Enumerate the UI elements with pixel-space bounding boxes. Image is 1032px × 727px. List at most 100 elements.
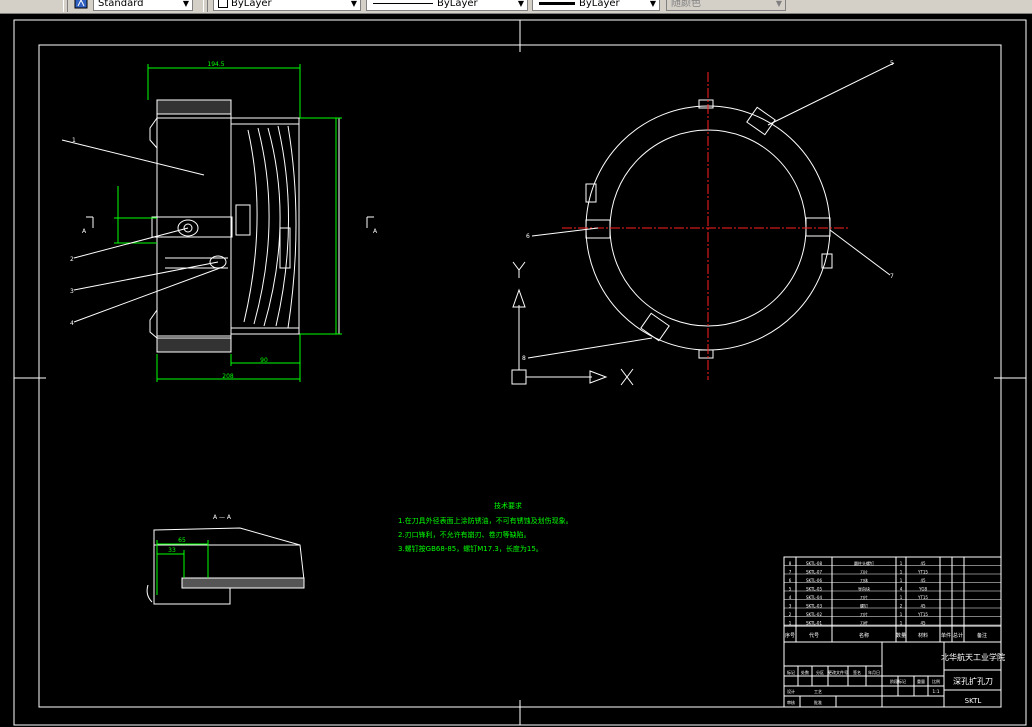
toolbar-grip[interactable] (203, 0, 208, 12)
parts-cell: 45 (920, 604, 926, 609)
sign-label: 工艺 (814, 689, 822, 694)
dimension-top: 194.5 (207, 61, 224, 68)
properties-toolbar: Standard ▼ ByLayer ▼ ByLayer ▼ ByLayer ▼… (0, 0, 1032, 14)
section-view-label: A — A (213, 514, 232, 521)
lineweight-preview (539, 2, 575, 5)
parts-cell: SKTL-03 (806, 604, 822, 609)
sign-label: 签名 (853, 669, 861, 675)
parts-cell: 7 (789, 570, 792, 575)
chevron-down-icon: ▼ (182, 0, 189, 8)
parts-cell: 8 (789, 561, 792, 566)
parts-cell: 刀杆 (860, 620, 868, 626)
text-style-value: Standard (98, 0, 144, 9)
parts-cell: 4 (789, 595, 792, 600)
plotstyle-dropdown: 随颜色 ▼ (666, 0, 786, 11)
chevron-down-icon: ▼ (775, 0, 782, 8)
color-value: ByLayer (231, 0, 272, 9)
dimension-bottom-1: 208 (222, 373, 234, 380)
color-dropdown[interactable]: ByLayer ▼ (213, 0, 361, 11)
parts-cell: 3 (789, 604, 792, 609)
drawing-name: 深孔扩孔刀 (953, 676, 993, 686)
parts-cell: 5 (789, 587, 792, 592)
parts-cell: 1 (900, 621, 903, 626)
callout-6: 6 (526, 233, 530, 240)
sign-label: 审核 (787, 699, 795, 705)
parts-cell: 45 (920, 561, 926, 566)
lineweight-dropdown[interactable]: ByLayer ▼ (532, 0, 660, 11)
callout-5: 5 (890, 60, 894, 67)
color-swatch-icon (218, 0, 228, 8)
parts-cell: 1 (900, 612, 903, 617)
parts-header-cell: 单件 (941, 632, 951, 639)
parts-cell: 1 (900, 570, 903, 575)
toolbar-grip[interactable] (63, 0, 68, 12)
chevron-down-icon: ▼ (350, 0, 357, 8)
stage-label: 比例 (932, 678, 940, 684)
parts-cell: 1 (900, 595, 903, 600)
note-1: 1.在刀具外径表面上涂防锈油，不可有锈蚀及划伤现象。 (398, 516, 573, 525)
parts-cell: 1 (789, 621, 792, 626)
notes-title: 技术要求 (494, 501, 522, 510)
note-2: 2.刃口锋利，不允许有崩刃、卷刃等缺陷。 (398, 530, 531, 539)
drawing-scale: 1:1 (932, 689, 939, 695)
parts-cell: 刀体 (860, 577, 868, 583)
parts-cell: 刀片 (860, 594, 868, 600)
parts-header-cell: 名称 (859, 632, 869, 639)
linetype-value: ByLayer (437, 0, 478, 9)
plotstyle-value: 随颜色 (671, 0, 701, 9)
sign-label: 处数 (801, 669, 809, 675)
drawing-canvas[interactable]: 194.5 208 90 A A 1 2 3 4 5 6 7 8 A — A 6… (0, 14, 1032, 727)
callout-7: 7 (890, 273, 894, 280)
callout-4: 4 (70, 320, 74, 327)
parts-cell: SKTL-05 (806, 587, 822, 592)
parts-cell: 圆柱头螺钉 (854, 560, 874, 566)
parts-cell: SKTL-02 (806, 612, 822, 617)
stage-label: 阶段标记 (890, 678, 906, 684)
linetype-dropdown[interactable]: ByLayer ▼ (366, 0, 528, 11)
parts-cell: 1 (900, 578, 903, 583)
parts-cell: 4 (900, 587, 903, 592)
text-style-icon[interactable] (72, 0, 91, 11)
parts-header-cell: 备注 (977, 632, 987, 639)
stage-label: 重量 (917, 678, 925, 684)
parts-cell: SKTL-06 (806, 578, 822, 583)
chevron-down-icon: ▼ (649, 0, 656, 8)
parts-cell: YT15 (917, 570, 928, 575)
note-3: 3.螺钉按GB68-85，螺钉M17.3，长度为15。 (398, 544, 543, 553)
drawing-code: SKTL (965, 697, 982, 705)
sign-label: 分区 (816, 669, 824, 675)
sign-label: 年月日 (868, 669, 880, 675)
parts-header-cell: 序号 (785, 632, 795, 639)
sign-label: 批准 (814, 699, 822, 705)
parts-cell: 1 (900, 561, 903, 566)
parts-cell: SKTL-07 (806, 570, 822, 575)
section-dimension-2: 33 (168, 547, 176, 554)
chevron-down-icon: ▼ (517, 0, 524, 8)
parts-cell: 6 (789, 578, 792, 583)
parts-cell: 刀片 (860, 611, 868, 617)
sign-label: 设计 (787, 688, 795, 694)
school-name: 北华航天工业学院 (941, 652, 1005, 662)
parts-cell: 45 (920, 578, 926, 583)
parts-cell: 2 (789, 612, 792, 617)
callout-1: 1 (72, 137, 76, 144)
callout-3: 3 (70, 288, 74, 295)
text-style-dropdown[interactable]: Standard ▼ (93, 0, 193, 11)
parts-cell: SKTL-01 (806, 621, 822, 626)
parts-header-cell: 数量 (896, 632, 906, 639)
parts-cell: YG8 (918, 587, 928, 592)
parts-cell: SKTL-04 (806, 595, 822, 600)
parts-header-cell: 代号 (809, 632, 819, 639)
section-dimension-1: 65 (178, 537, 186, 544)
parts-cell: 45 (920, 621, 926, 626)
sign-label: 更改文件号 (828, 669, 848, 675)
callout-8: 8 (522, 355, 526, 362)
parts-cell: 刀片 (860, 569, 868, 575)
parts-cell: 导向块 (858, 586, 870, 592)
lineweight-value: ByLayer (579, 0, 620, 9)
dimension-bottom-2: 90 (260, 357, 268, 364)
parts-header-cell: 材料 (918, 632, 928, 639)
parts-cell: YT15 (917, 612, 928, 617)
parts-cell: 2 (900, 604, 903, 609)
parts-header-cell: 总计 (953, 632, 963, 639)
